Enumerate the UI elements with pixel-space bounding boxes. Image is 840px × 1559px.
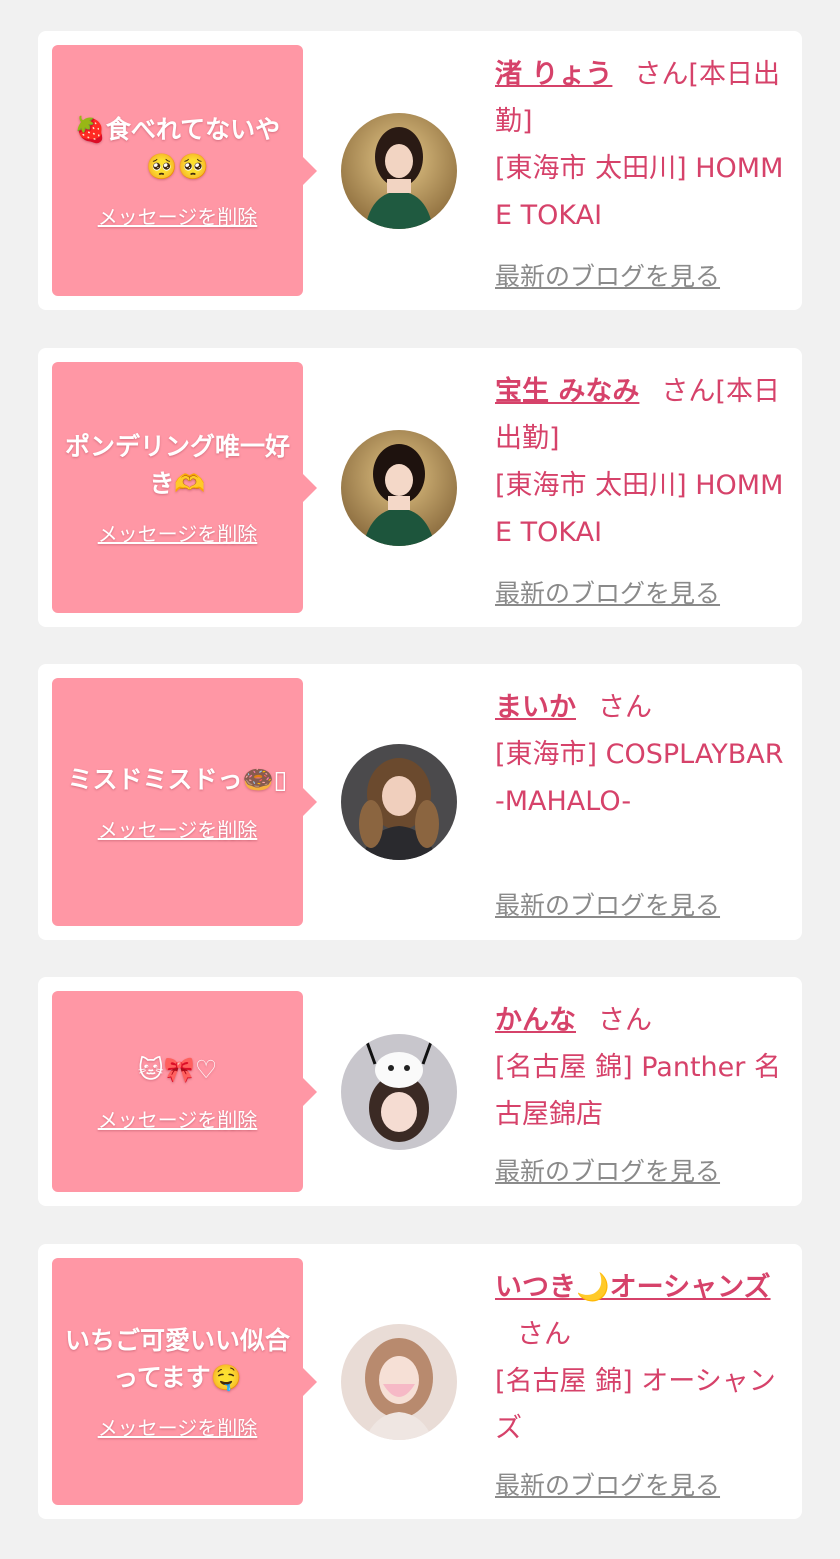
latest-blog-link[interactable]: 最新のブログを見る: [495, 1152, 720, 1188]
shop-name: [東海市 太田川] HOMME TOKAI: [495, 470, 784, 548]
message-text: いちご可愛いい似合ってます🤤: [64, 1326, 290, 1392]
message-card: ポンデリング唯一好き🫶 メッセージを削除 宝生 みなみ さん[本日出勤] [東海市…: [38, 348, 802, 627]
message-bubble: 🍓食べれてないや🥺🥺 メッセージを削除: [52, 45, 317, 296]
girl-info: 渚 りょう さん[本日出勤] [東海市 太田川] HOMME TOKAI: [495, 51, 787, 239]
message-bubble: いちご可愛いい似合ってます🤤 メッセージを削除: [52, 1258, 317, 1505]
honorific: さん: [598, 692, 652, 723]
avatar-photo: [341, 430, 457, 546]
message-text: ポンデリング唯一好き🫶: [64, 432, 290, 498]
shop-name: [名古屋 錦] Panther 名古屋錦店: [495, 1052, 781, 1130]
message-text: 🍓食べれてないや🥺🥺: [74, 115, 281, 181]
girl-name-link[interactable]: まいか: [495, 692, 576, 723]
shop-name: [名古屋 錦] オーシャンズ: [495, 1366, 776, 1444]
message-text: ミスドミスドっ🍩▯: [67, 765, 288, 794]
message-card: ミスドミスドっ🍩▯ メッセージを削除 まいか さん [東海市] COSPLAYBA…: [38, 664, 802, 940]
avatar[interactable]: [341, 113, 457, 229]
avatar-photo: [341, 1034, 457, 1150]
message-bubble: 🐱🎀♡ メッセージを削除: [52, 991, 317, 1192]
message-card: 🐱🎀♡ メッセージを削除 かんな さん [名古屋 錦] Panther 名古屋錦店…: [38, 977, 802, 1206]
avatar[interactable]: [341, 744, 457, 860]
delete-message-link[interactable]: メッセージを削除: [98, 1104, 258, 1133]
avatar-photo: [341, 1324, 457, 1440]
latest-blog-link[interactable]: 最新のブログを見る: [495, 574, 720, 610]
honorific: さん: [517, 1319, 571, 1350]
avatar[interactable]: [341, 430, 457, 546]
message-bubble: ミスドミスドっ🍩▯ メッセージを削除: [52, 678, 317, 926]
delete-message-link[interactable]: メッセージを削除: [98, 518, 258, 547]
shop-name: [東海市] COSPLAYBAR -MAHALO-: [495, 739, 784, 817]
latest-blog-link[interactable]: 最新のブログを見る: [495, 886, 720, 922]
latest-blog-link[interactable]: 最新のブログを見る: [495, 257, 720, 293]
avatar[interactable]: [341, 1034, 457, 1150]
girl-name-link[interactable]: 宝生 みなみ: [495, 376, 639, 407]
girl-info: かんな さん [名古屋 錦] Panther 名古屋錦店: [495, 997, 787, 1138]
girl-info: 宝生 みなみ さん[本日出勤] [東海市 太田川] HOMME TOKAI: [495, 368, 787, 556]
message-card: いちご可愛いい似合ってます🤤 メッセージを削除 いつき🌙オーシャンズさん [名古…: [38, 1244, 802, 1519]
shop-name: [東海市 太田川] HOMME TOKAI: [495, 153, 784, 231]
girl-name-link[interactable]: 渚 りょう: [495, 59, 612, 90]
girl-info: いつき🌙オーシャンズさん [名古屋 錦] オーシャンズ: [495, 1264, 787, 1452]
message-bubble: ポンデリング唯一好き🫶 メッセージを削除: [52, 362, 317, 613]
avatar-photo: [341, 744, 457, 860]
girl-name-link[interactable]: かんな: [495, 1005, 576, 1036]
latest-blog-link[interactable]: 最新のブログを見る: [495, 1466, 720, 1502]
message-text: 🐱🎀♡: [137, 1054, 218, 1084]
delete-message-link[interactable]: メッセージを削除: [98, 814, 258, 843]
delete-message-link[interactable]: メッセージを削除: [98, 201, 258, 230]
message-card: 🍓食べれてないや🥺🥺 メッセージを削除 渚 りょう さん[本日出勤] [東海市 太…: [38, 31, 802, 310]
girl-name-link[interactable]: いつき🌙オーシャンズ: [495, 1272, 771, 1303]
honorific: さん: [598, 1005, 652, 1036]
avatar-photo: [341, 113, 457, 229]
girl-info: まいか さん [東海市] COSPLAYBAR -MAHALO-: [495, 684, 787, 825]
delete-message-link[interactable]: メッセージを削除: [98, 1412, 258, 1441]
avatar[interactable]: [341, 1324, 457, 1440]
